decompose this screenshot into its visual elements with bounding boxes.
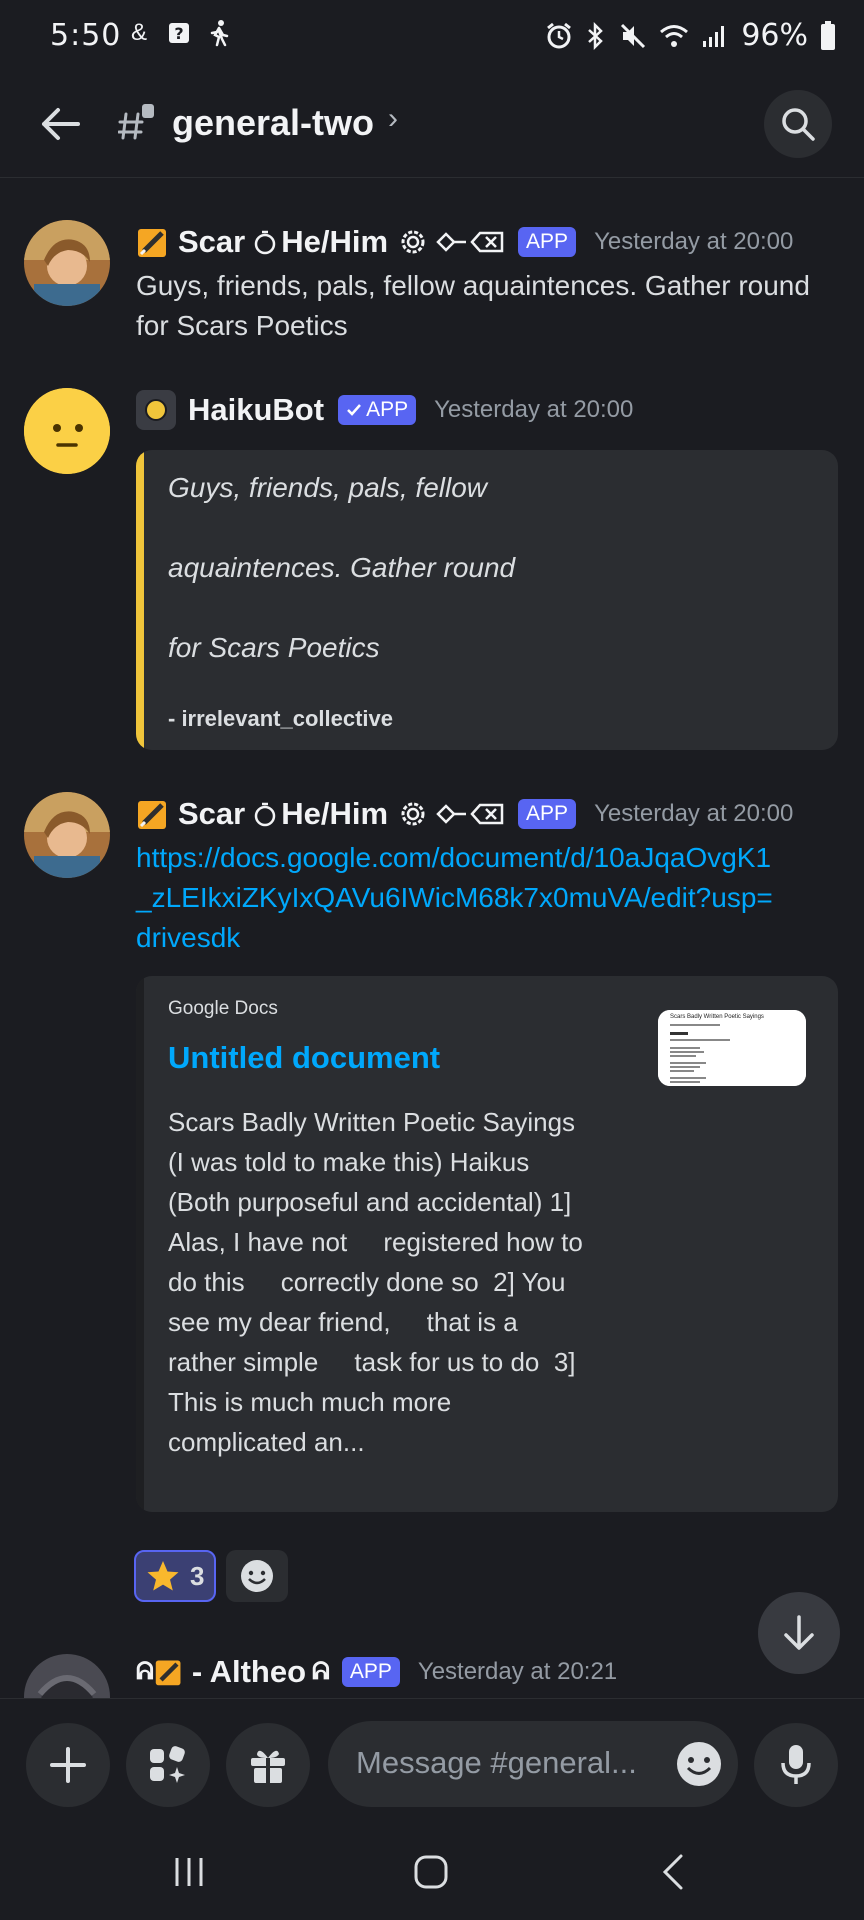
walking-icon	[206, 20, 232, 47]
gear-icon	[401, 230, 425, 254]
app-badge: APP	[518, 799, 577, 829]
search-icon	[782, 108, 815, 141]
status-time: 5:50	[50, 18, 122, 53]
attach-button[interactable]	[26, 1723, 110, 1807]
user-prefix-glyph: ᕱ	[136, 1658, 154, 1685]
status-bar: 5:50 & ? 96%	[0, 0, 864, 72]
timer-icon	[254, 230, 276, 255]
recent-apps-icon	[175, 1858, 203, 1886]
arrow-down-icon	[784, 1615, 814, 1650]
apps-button[interactable]	[126, 1723, 210, 1807]
app-badge: APP	[518, 227, 577, 257]
back-arrow-icon	[42, 108, 80, 140]
app-badge: APP	[341, 1657, 400, 1687]
timestamp: Yesterday at 20:21	[417, 1658, 618, 1685]
doc-thumbnail[interactable]: Scars Badly Written Poetic Sayings	[658, 1010, 806, 1086]
star-icon	[147, 1561, 179, 1591]
embed-provider[interactable]: Google Docs	[168, 998, 278, 1020]
diamond-backspace-icon	[436, 231, 504, 253]
doc-link[interactable]: https://docs.google.com/document/d/10aJq…	[136, 838, 776, 958]
haiku-line-3: for Scars Poetics	[168, 632, 380, 663]
pronoun-tag: He/Him	[281, 224, 389, 259]
mute-icon	[621, 23, 646, 48]
reactions-row: 3	[134, 1550, 289, 1602]
embed-title[interactable]: Untitled document	[168, 1040, 440, 1076]
message-input[interactable]: Message #general...	[328, 1721, 738, 1807]
message-composer: Message #general...	[0, 1698, 864, 1824]
message-item[interactable]: HaikuBot APP Yesterday at 20:00 Guys, fr…	[0, 380, 864, 760]
plus-icon	[50, 1747, 86, 1783]
system-nav-bar	[0, 1824, 864, 1920]
avatar[interactable]	[24, 220, 110, 306]
avatar[interactable]	[24, 792, 110, 878]
username[interactable]: Scar	[178, 224, 245, 260]
back-button[interactable]	[30, 94, 90, 154]
channel-header: general-two ›	[0, 72, 864, 178]
haiku-embed: Guys, friends, pals, fellow aquaintences…	[136, 450, 838, 750]
home-icon	[414, 1855, 448, 1889]
emoji-icon[interactable]	[674, 1739, 724, 1789]
message-item[interactable]: Scar He/Him APP Yesterday at 20:00 https…	[0, 782, 864, 1542]
pencil-icon	[138, 801, 166, 829]
avatar[interactable]	[24, 1654, 110, 1698]
chevron-left-icon	[662, 1854, 683, 1890]
timestamp: Yesterday at 20:00	[594, 228, 794, 255]
username[interactable]: - Altheo	[192, 1654, 306, 1690]
message-text: Guys, friends, pals, fellow aquaintences…	[136, 270, 810, 341]
timer-icon	[254, 802, 276, 827]
username[interactable]: Scar	[178, 796, 245, 832]
gift-button[interactable]	[226, 1723, 310, 1807]
avatar[interactable]	[24, 388, 110, 474]
bluetooth-icon	[588, 21, 604, 50]
home-button[interactable]	[396, 1844, 466, 1900]
message-input-placeholder: Message #general...	[356, 1745, 637, 1780]
add-reaction-button[interactable]	[226, 1550, 289, 1602]
alarm-icon	[547, 22, 572, 48]
recent-apps-button[interactable]	[154, 1844, 224, 1900]
ampersand-icon: &	[130, 19, 147, 46]
pencil-icon	[155, 1660, 181, 1686]
search-button[interactable]	[764, 90, 832, 158]
app-badge-label: APP	[366, 398, 409, 421]
thumbnail-title: Scars Badly Written Poetic Sayings	[670, 1014, 764, 1020]
channel-name[interactable]: general-two	[172, 102, 374, 144]
reaction-count: 3	[190, 1560, 205, 1591]
wifi-icon	[660, 24, 689, 47]
battery-percent: 96%	[741, 18, 808, 53]
embed-accent-bar	[136, 976, 144, 1512]
username[interactable]: HaikuBot	[188, 392, 324, 428]
bot-status-icon	[136, 390, 176, 430]
help-icon: ?	[166, 20, 192, 46]
gear-icon	[401, 802, 425, 826]
diamond-backspace-icon	[436, 803, 504, 825]
gift-icon	[251, 1750, 285, 1783]
pencil-icon	[138, 229, 166, 257]
chevron-right-icon[interactable]: ›	[388, 102, 398, 136]
timestamp: Yesterday at 20:00	[594, 800, 794, 827]
apps-icon	[150, 1746, 185, 1783]
verified-app-badge: APP	[338, 395, 417, 425]
pronoun-tag: He/Him	[281, 796, 389, 831]
add-reaction-icon	[241, 1560, 274, 1592]
timestamp: Yesterday at 20:00	[434, 396, 634, 423]
haiku-line-1: Guys, friends, pals, fellow	[168, 472, 488, 503]
haiku-line-2: aquaintences. Gather round	[168, 552, 516, 583]
voice-message-button[interactable]	[754, 1723, 838, 1807]
message-item[interactable]: Scar He/Him APP Yesterday at 20:00 Guys,…	[0, 210, 864, 350]
message-item[interactable]: ᕱ - Altheo ᕱ APP Yesterday at 20:21	[0, 1652, 864, 1698]
haiku-credit: - irrelevant_collective	[168, 706, 394, 731]
user-suffix-glyph: ᕱ	[312, 1658, 330, 1685]
svg-text:?: ?	[174, 24, 183, 43]
channel-thread-icon	[118, 104, 154, 140]
google-doc-embed[interactable]: Google Docs Untitled document Scars Badl…	[136, 976, 838, 1512]
embed-description: Scars Badly Written Poetic Sayings (I wa…	[168, 1107, 591, 1457]
signal-icon	[703, 25, 725, 47]
mic-icon	[781, 1745, 811, 1784]
system-back-button[interactable]	[638, 1844, 708, 1900]
embed-accent-bar	[136, 450, 144, 750]
reaction-star[interactable]: 3	[134, 1550, 217, 1602]
checkmark-icon	[347, 404, 362, 416]
battery-icon	[821, 20, 835, 50]
